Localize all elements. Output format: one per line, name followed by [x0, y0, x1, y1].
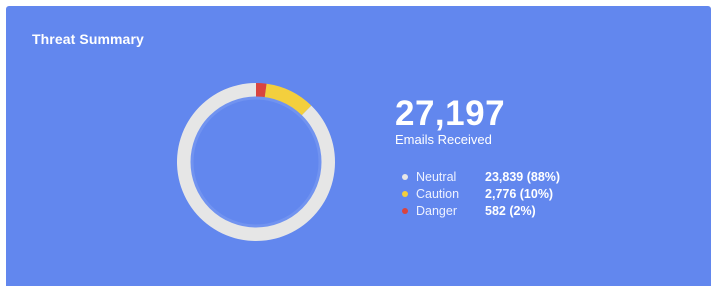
- legend-item-caution: Caution 2,776 (10%): [395, 185, 560, 202]
- emails-total-label: Emails Received: [395, 132, 492, 147]
- donut-svg: [176, 83, 335, 241]
- legend-item-neutral: Neutral 23,839 (88%): [395, 168, 560, 185]
- emails-total: 27,197: [395, 94, 506, 133]
- danger-dot-icon: [402, 207, 408, 214]
- legend-value-danger: 582 (2%): [485, 203, 536, 218]
- legend-value-neutral: 23,839 (88%): [485, 169, 561, 184]
- legend-label-neutral: Neutral: [416, 169, 457, 184]
- neutral-dot-icon: [402, 173, 408, 180]
- legend-item-danger: Danger 582 (2%): [395, 202, 560, 219]
- legend-value-caution: 2,776 (10%): [485, 186, 554, 201]
- threat-summary-card: Threat Summary 27,197 Emails Received Ne…: [6, 6, 711, 286]
- card-title: Threat Summary: [32, 31, 144, 47]
- legend-label-caution: Caution: [416, 186, 460, 201]
- stats-panel: 27,197 Emails Received Neutral 23,839 (8…: [395, 96, 560, 219]
- threat-donut-chart: [176, 82, 336, 242]
- legend-label-danger: Danger: [416, 203, 457, 218]
- caution-dot-icon: [402, 190, 408, 197]
- legend: Neutral 23,839 (88%) Caution 2,776 (10%)…: [395, 168, 560, 219]
